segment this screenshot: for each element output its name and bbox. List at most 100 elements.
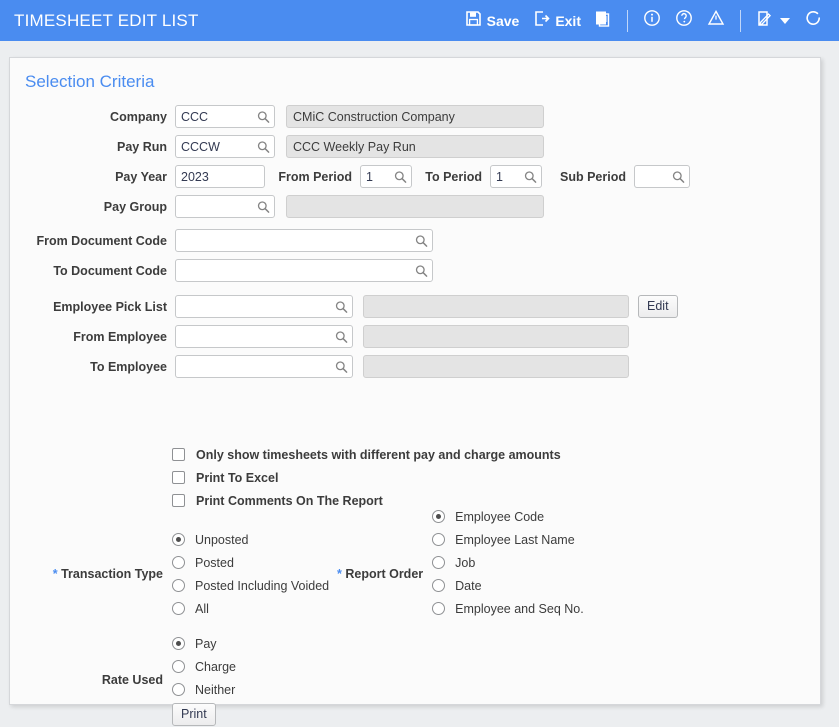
rate-used-options: Pay Charge Neither Print	[172, 632, 236, 727]
from-employee-description	[363, 325, 629, 348]
radio-row[interactable]: Employee Code	[432, 505, 584, 528]
from-period-input[interactable]: 1	[360, 165, 412, 188]
radio-all[interactable]	[172, 602, 185, 615]
search-icon[interactable]	[257, 110, 270, 123]
pay-group-input[interactable]	[175, 195, 275, 218]
to-employee-label: To Employee	[90, 359, 167, 374]
search-icon[interactable]	[335, 300, 348, 313]
to-period-input[interactable]: 1	[490, 165, 542, 188]
radio-label: Unposted	[195, 532, 249, 547]
employee-pick-list-input[interactable]	[175, 295, 353, 318]
edit-button[interactable]: Edit	[638, 295, 678, 318]
info-icon	[643, 9, 661, 32]
save-button[interactable]: Save	[458, 6, 527, 36]
pay-group-description	[286, 195, 544, 218]
pay-run-description: CCC Weekly Pay Run	[286, 135, 544, 158]
search-icon[interactable]	[257, 140, 270, 153]
radio-row[interactable]: Pay	[172, 632, 236, 655]
search-icon[interactable]	[524, 170, 537, 183]
pay-run-input[interactable]: CCCW	[175, 135, 275, 158]
field-row-company: Company CCC CMiC Construction Company	[10, 102, 820, 131]
radio-posted[interactable]	[172, 556, 185, 569]
sub-period-input[interactable]	[634, 165, 690, 188]
radio-row[interactable]: Date	[432, 574, 584, 597]
options-checkbox-group: Only show timesheets with different pay …	[10, 443, 820, 512]
report-order-label: Report Order	[332, 567, 432, 581]
search-icon[interactable]	[415, 264, 428, 277]
to-employee-description	[363, 355, 629, 378]
search-icon[interactable]	[257, 200, 270, 213]
radio-job[interactable]	[432, 556, 446, 569]
radio-pay[interactable]	[172, 637, 185, 650]
field-row-pay-run: Pay Run CCCW CCC Weekly Pay Run	[10, 132, 820, 161]
save-icon	[465, 10, 482, 32]
notes-icon	[756, 10, 773, 32]
to-period-label: To Period	[425, 169, 482, 184]
radio-label: Job	[455, 555, 476, 570]
radio-employee-last-name[interactable]	[432, 533, 446, 546]
radio-label: All	[195, 601, 209, 616]
to-employee-input[interactable]	[175, 355, 353, 378]
radio-neither[interactable]	[172, 683, 185, 696]
search-icon[interactable]	[335, 360, 348, 373]
field-row-pay-group: Pay Group	[10, 192, 820, 221]
field-row-from-document-code: From Document Code	[10, 226, 820, 255]
radio-date[interactable]	[432, 579, 446, 592]
checkbox-row[interactable]: Only show timesheets with different pay …	[172, 443, 820, 466]
radio-charge[interactable]	[172, 660, 185, 673]
radio-row[interactable]: Posted Including Voided	[172, 574, 329, 597]
radio-row[interactable]: Neither	[172, 678, 236, 701]
radio-label: Charge	[195, 659, 236, 674]
field-row-pay-year: Pay Year 2023 From Period 1 To Period 1 …	[10, 162, 820, 191]
pay-run-label: Pay Run	[116, 139, 167, 154]
toolbar-separator-2	[740, 9, 741, 32]
search-icon[interactable]	[335, 330, 348, 343]
from-period-label: From Period	[278, 169, 352, 184]
warning-button[interactable]	[700, 6, 732, 36]
radio-row[interactable]: Employee Last Name	[432, 528, 584, 551]
search-icon[interactable]	[394, 170, 407, 183]
checkbox-only-show-different-amounts[interactable]	[172, 448, 185, 461]
radio-employee-code[interactable]	[432, 510, 446, 523]
from-employee-label: From Employee	[73, 329, 167, 344]
rate-used-group: Rate Used Pay Charge Neither Print	[10, 632, 820, 727]
pay-group-label: Pay Group	[103, 199, 167, 214]
toolbar: Save Exit	[458, 6, 829, 36]
checkbox-row[interactable]: Print To Excel	[172, 466, 820, 489]
search-icon[interactable]	[415, 234, 428, 247]
radio-label: Posted	[195, 555, 234, 570]
radio-unposted[interactable]	[172, 533, 185, 546]
help-button[interactable]	[668, 6, 700, 36]
radio-posted-including-voided[interactable]	[172, 579, 185, 592]
radio-row[interactable]: Charge	[172, 655, 236, 678]
help-icon	[675, 9, 693, 32]
checkbox-print-comments-on-report[interactable]	[172, 494, 185, 507]
warning-icon	[707, 9, 725, 32]
toolbar-separator-1	[627, 9, 628, 32]
from-document-code-input[interactable]	[175, 229, 433, 252]
radio-row[interactable]: Posted	[172, 551, 329, 574]
sub-period-label: Sub Period	[560, 169, 626, 184]
radio-row[interactable]: All	[172, 597, 329, 620]
radio-row[interactable]: Employee and Seq No.	[432, 597, 584, 620]
refresh-button[interactable]	[797, 6, 829, 36]
to-document-code-input[interactable]	[175, 259, 433, 282]
notes-button[interactable]	[749, 6, 797, 36]
company-input[interactable]: CCC	[175, 105, 275, 128]
pay-year-input[interactable]: 2023	[175, 165, 265, 188]
checkbox-print-to-excel[interactable]	[172, 471, 185, 484]
chevron-down-icon[interactable]	[780, 17, 790, 24]
company-description: CMiC Construction Company	[286, 105, 544, 128]
radio-row[interactable]: Job	[432, 551, 584, 574]
radio-row[interactable]: Unposted	[172, 528, 329, 551]
print-button[interactable]	[588, 6, 619, 36]
print-button-action[interactable]: Print	[172, 702, 216, 726]
search-icon[interactable]	[672, 170, 685, 183]
radio-employee-and-seq-no[interactable]	[432, 602, 446, 615]
field-row-from-employee: From Employee	[10, 322, 820, 351]
selection-criteria-form: Company CCC CMiC Construction Company Pa…	[10, 92, 820, 727]
from-employee-input[interactable]	[175, 325, 353, 348]
field-row-to-employee: To Employee	[10, 352, 820, 381]
info-button[interactable]	[636, 6, 668, 36]
exit-button[interactable]: Exit	[526, 6, 588, 36]
